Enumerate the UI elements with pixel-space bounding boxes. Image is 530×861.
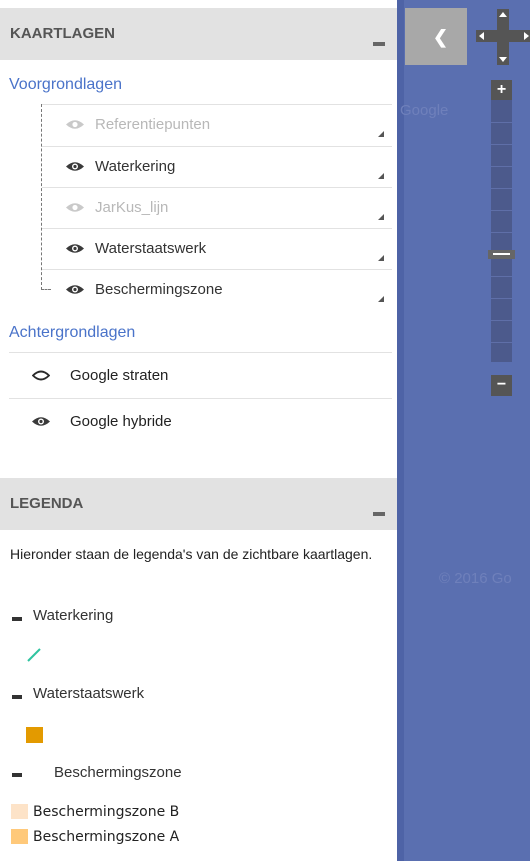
chevron-left-icon: ❮ (433, 27, 449, 47)
layer-label: Waterstaatswerk (95, 240, 207, 257)
legend-group-label: Waterstaatswerk (33, 685, 145, 702)
expand-triangle-icon[interactable] (378, 173, 384, 179)
layer-row-jarkus-lijn[interactable]: JarKus_lijn (42, 187, 392, 229)
legend-group-label: Waterkering (33, 607, 114, 624)
sidebar-panel: KAARTLAGEN Voorgrondlagen Referentiepunt… (0, 0, 397, 861)
map-edge (397, 0, 404, 861)
expand-triangle-icon[interactable] (378, 214, 384, 220)
collapse-legend-icon[interactable] (373, 512, 385, 516)
basemap-label: Google straten (70, 367, 169, 384)
layer-label: Waterkering (95, 158, 176, 175)
eye-icon[interactable] (66, 161, 84, 172)
layers-header[interactable]: KAARTLAGEN (0, 8, 397, 60)
legend-group-dash (12, 617, 22, 621)
zoom-tick (491, 144, 512, 145)
layer-label: Beschermingszone (95, 281, 223, 298)
legend-intro: Hieronder staan de legenda's van de zich… (10, 546, 373, 562)
basemap-row-google-hybride[interactable]: Google hybride (9, 398, 392, 444)
expand-triangle-icon[interactable] (378, 296, 384, 302)
legend-item-label: Beschermingszone A (33, 829, 180, 845)
eye-icon[interactable] (66, 243, 84, 254)
map-view[interactable]: ❮ + − Google © 2016 Go (397, 0, 530, 861)
legend-line-symbol (27, 648, 41, 662)
zoom-tick (491, 320, 512, 321)
legend-swatch (11, 829, 28, 844)
zoom-tick (491, 122, 512, 123)
legend-square-symbol (26, 727, 43, 743)
legend-header[interactable]: LEGENDA (0, 478, 397, 530)
map-watermark: © 2016 Go (439, 570, 512, 587)
eye-icon[interactable] (32, 416, 50, 427)
basemap-row-google-straten[interactable]: Google straten (9, 352, 392, 398)
eye-icon[interactable] (66, 119, 84, 130)
zoom-tick (491, 232, 512, 233)
zoom-slider-track[interactable] (491, 100, 512, 362)
layer-row-referentiepunten[interactable]: Referentiepunten (42, 104, 392, 146)
zoom-tick (491, 342, 512, 343)
zoom-tick (491, 210, 512, 211)
legend-group-dash (12, 773, 22, 777)
layer-row-beschermingszone[interactable]: Beschermingszone (42, 269, 392, 311)
zoom-out-button[interactable]: − (491, 375, 512, 396)
legend-swatch (11, 804, 28, 819)
zoom-slider-handle[interactable] (488, 250, 515, 259)
legend-title: LEGENDA (10, 495, 84, 512)
background-layers-title: Achtergrondlagen (9, 324, 136, 341)
layer-row-waterstaatswerk[interactable]: Waterstaatswerk (42, 228, 392, 270)
layer-row-waterkering[interactable]: Waterkering (42, 146, 392, 188)
eye-icon[interactable] (66, 202, 84, 213)
pan-arrows-icon (479, 12, 529, 62)
basemap-label: Google hybride (70, 413, 172, 430)
zoom-tick (491, 166, 512, 167)
collapse-sidebar-button[interactable]: ❮ (405, 8, 467, 65)
zoom-tick (491, 298, 512, 299)
zoom-tick (491, 276, 512, 277)
layer-label: Referentiepunten (95, 116, 211, 133)
foreground-layers-title: Voorgrondlagen (9, 76, 122, 93)
layer-label: JarKus_lijn (95, 199, 169, 216)
eye-outline-icon[interactable] (32, 370, 50, 381)
collapse-layers-icon[interactable] (373, 42, 385, 46)
legend-item-label: Beschermingszone B (33, 804, 180, 820)
eye-icon[interactable] (66, 284, 84, 295)
legend-group-label: Beschermingszone (54, 764, 182, 781)
expand-triangle-icon[interactable] (378, 131, 384, 137)
legend-group-dash (12, 695, 22, 699)
layers-title: KAARTLAGEN (10, 25, 115, 42)
pan-control[interactable] (476, 9, 530, 65)
zoom-in-button[interactable]: + (491, 80, 512, 101)
zoom-tick (491, 188, 512, 189)
map-watermark: Google (400, 102, 449, 119)
expand-triangle-icon[interactable] (378, 255, 384, 261)
